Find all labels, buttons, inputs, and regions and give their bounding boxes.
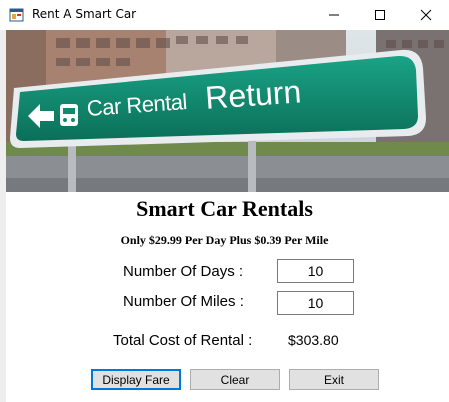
- clear-button[interactable]: Clear: [190, 369, 280, 390]
- days-label: Number Of Days :: [123, 263, 244, 280]
- display-fare-button[interactable]: Display Fare: [91, 369, 181, 390]
- close-icon: [420, 9, 432, 21]
- close-button[interactable]: [403, 0, 449, 30]
- maximize-button[interactable]: [357, 0, 403, 30]
- title-bar: Rent A Smart Car: [0, 0, 449, 30]
- form-heading: Smart Car Rentals: [136, 196, 313, 221]
- window-title: Rent A Smart Car: [32, 7, 137, 21]
- days-input[interactable]: [277, 259, 354, 283]
- total-cost-label: Total Cost of Rental :: [113, 332, 253, 349]
- miles-input[interactable]: [277, 291, 354, 315]
- sign-text-return: Return: [204, 73, 303, 116]
- exit-button[interactable]: Exit: [289, 369, 379, 390]
- total-cost-value: $303.80: [288, 332, 339, 348]
- maximize-icon: [375, 10, 385, 20]
- banner-image: Car Rental Return: [6, 30, 449, 192]
- minimize-icon: [329, 14, 339, 16]
- pricing-subheading: Only $29.99 Per Day Plus $0.39 Per Mile: [120, 233, 329, 247]
- windows-form-icon: [9, 7, 25, 23]
- minimize-button[interactable]: [311, 0, 357, 30]
- miles-label: Number Of Miles :: [123, 293, 244, 310]
